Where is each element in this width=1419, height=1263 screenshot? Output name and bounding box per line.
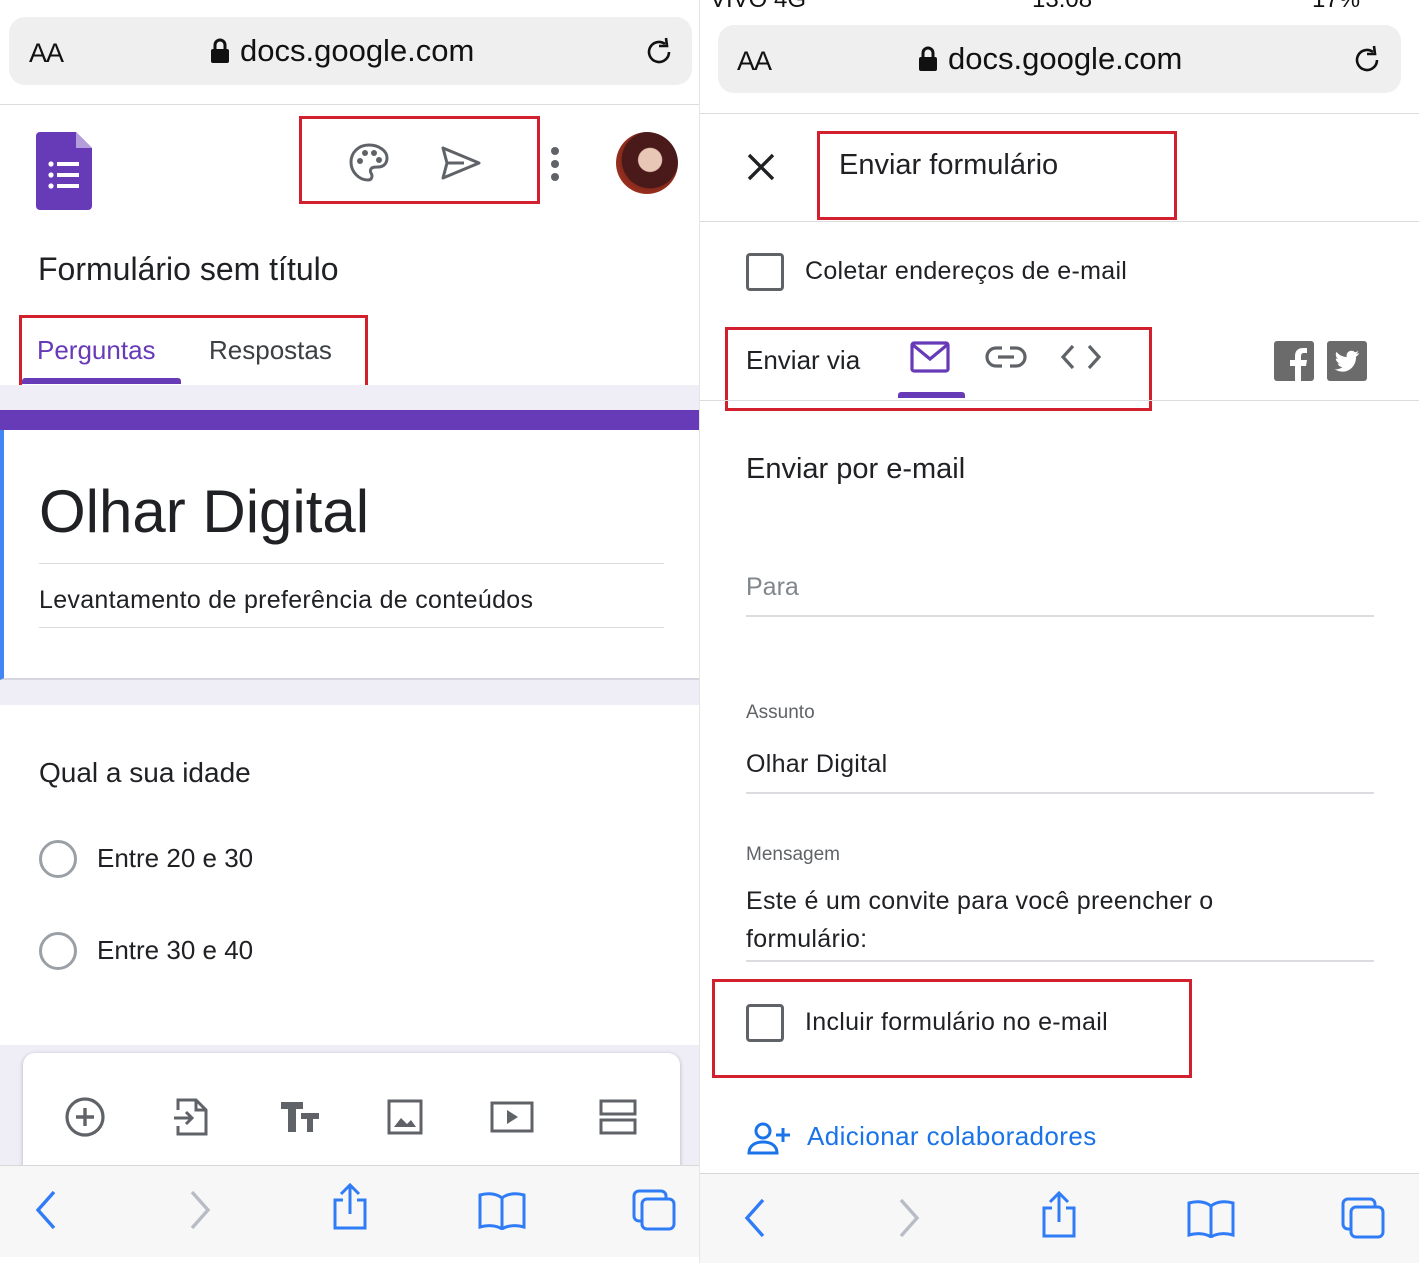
divider bbox=[700, 221, 1419, 222]
divider bbox=[39, 563, 664, 564]
facebook-icon[interactable] bbox=[1274, 341, 1314, 381]
collect-emails-checkbox[interactable] bbox=[746, 253, 784, 291]
active-tab-indicator bbox=[22, 378, 181, 384]
text-size-label: AA bbox=[737, 46, 772, 76]
form-toolbar bbox=[23, 1053, 680, 1183]
back-icon[interactable] bbox=[33, 1188, 59, 1232]
add-section-icon[interactable] bbox=[598, 1098, 638, 1136]
bookmarks-icon[interactable] bbox=[477, 1190, 527, 1230]
add-video-icon[interactable] bbox=[489, 1100, 535, 1134]
collect-emails-label: Coletar endereços de e-mail bbox=[805, 257, 1128, 285]
to-field-placeholder: Para bbox=[746, 573, 799, 601]
reload-icon[interactable] bbox=[642, 35, 676, 69]
forward-icon[interactable] bbox=[187, 1188, 213, 1232]
tabs-icon[interactable] bbox=[1340, 1196, 1386, 1240]
text-size-label: AA bbox=[29, 38, 64, 68]
to-field[interactable]: Para bbox=[746, 565, 1374, 617]
include-form-checkbox[interactable] bbox=[746, 1004, 784, 1042]
forward-icon[interactable] bbox=[896, 1196, 922, 1240]
import-questions-icon[interactable] bbox=[172, 1096, 210, 1138]
radio-option[interactable] bbox=[39, 932, 77, 970]
send-icon[interactable] bbox=[440, 145, 482, 181]
form-heading[interactable]: Olhar Digital bbox=[39, 477, 369, 546]
add-title-icon[interactable] bbox=[279, 1099, 321, 1135]
divider bbox=[39, 627, 664, 628]
add-collaborators-link[interactable]: Adicionar colaboradores bbox=[807, 1121, 1097, 1152]
email-icon[interactable] bbox=[909, 340, 951, 374]
radio-option[interactable] bbox=[39, 840, 77, 878]
message-label: Mensagem bbox=[746, 844, 840, 865]
more-options-icon[interactable] bbox=[549, 146, 561, 182]
form-title: Formulário sem título bbox=[38, 251, 339, 287]
text-size-button[interactable]: AA bbox=[29, 38, 64, 69]
add-image-icon[interactable] bbox=[386, 1098, 424, 1136]
url-display[interactable]: docs.google.com bbox=[918, 41, 1182, 77]
highlight-box bbox=[299, 116, 540, 204]
add-person-icon[interactable] bbox=[746, 1120, 792, 1156]
palette-icon[interactable] bbox=[348, 142, 390, 184]
browser-bottom-bar bbox=[0, 1165, 699, 1257]
reload-icon[interactable] bbox=[1350, 43, 1384, 77]
question-title: Qual a sua idade bbox=[39, 757, 251, 788]
share-icon[interactable] bbox=[329, 1182, 371, 1232]
url-text: docs.google.com bbox=[948, 41, 1183, 76]
tab-respostas[interactable]: Respostas bbox=[209, 335, 332, 366]
battery-label: 17% bbox=[1312, 0, 1360, 14]
url-display[interactable]: docs.google.com bbox=[210, 33, 474, 69]
status-bar: VIVO 4G 13:08 17% bbox=[700, 0, 1419, 13]
add-question-icon[interactable] bbox=[64, 1096, 106, 1138]
google-forms-logo-icon[interactable] bbox=[36, 132, 92, 210]
text-size-button[interactable]: AA bbox=[737, 46, 772, 77]
close-icon[interactable] bbox=[746, 152, 776, 182]
option-label: Entre 20 e 30 bbox=[97, 843, 254, 873]
tab-perguntas[interactable]: Perguntas bbox=[37, 335, 156, 366]
form-editor-screen: AA docs.google.com Formulário sem título… bbox=[0, 0, 699, 1263]
message-value: Este é um convite para você preencher o … bbox=[746, 887, 1214, 953]
dialog-title: Enviar formulário bbox=[839, 149, 1059, 181]
divider bbox=[700, 113, 1419, 114]
back-icon[interactable] bbox=[742, 1196, 768, 1240]
tabs-icon[interactable] bbox=[631, 1188, 677, 1232]
url-text: docs.google.com bbox=[240, 33, 475, 68]
include-form-label: Incluir formulário no e-mail bbox=[805, 1008, 1108, 1036]
subject-label: Assunto bbox=[746, 702, 815, 723]
carrier-label: VIVO 4G bbox=[710, 0, 806, 14]
avatar[interactable] bbox=[616, 132, 678, 194]
bookmarks-icon[interactable] bbox=[1186, 1198, 1236, 1238]
divider bbox=[0, 104, 699, 105]
divider bbox=[700, 400, 1419, 401]
send-form-screen: VIVO 4G 13:08 17% AA docs.google.com Env… bbox=[699, 0, 1419, 1263]
browser-bottom-bar bbox=[700, 1173, 1419, 1263]
card-accent-bar bbox=[0, 410, 699, 430]
twitter-icon[interactable] bbox=[1327, 341, 1367, 381]
form-description[interactable]: Levantamento de preferência de conteúdos bbox=[39, 586, 533, 615]
lock-icon bbox=[918, 46, 938, 72]
subject-value: Olhar Digital bbox=[746, 750, 888, 778]
section-title: Enviar por e-mail bbox=[746, 453, 966, 485]
message-field[interactable]: Este é um convite para você preencher o … bbox=[746, 880, 1374, 962]
option-label: Entre 30 e 40 bbox=[97, 935, 254, 965]
embed-icon[interactable] bbox=[1060, 343, 1102, 371]
subject-field[interactable]: Olhar Digital bbox=[746, 742, 1374, 794]
send-via-label: Enviar via bbox=[746, 345, 861, 375]
lock-icon bbox=[210, 38, 230, 64]
clock-label: 13:08 bbox=[1032, 0, 1092, 14]
question-card[interactable] bbox=[0, 705, 699, 1045]
link-icon[interactable] bbox=[985, 343, 1027, 371]
active-tab-indicator bbox=[898, 392, 965, 398]
share-icon[interactable] bbox=[1038, 1190, 1080, 1240]
